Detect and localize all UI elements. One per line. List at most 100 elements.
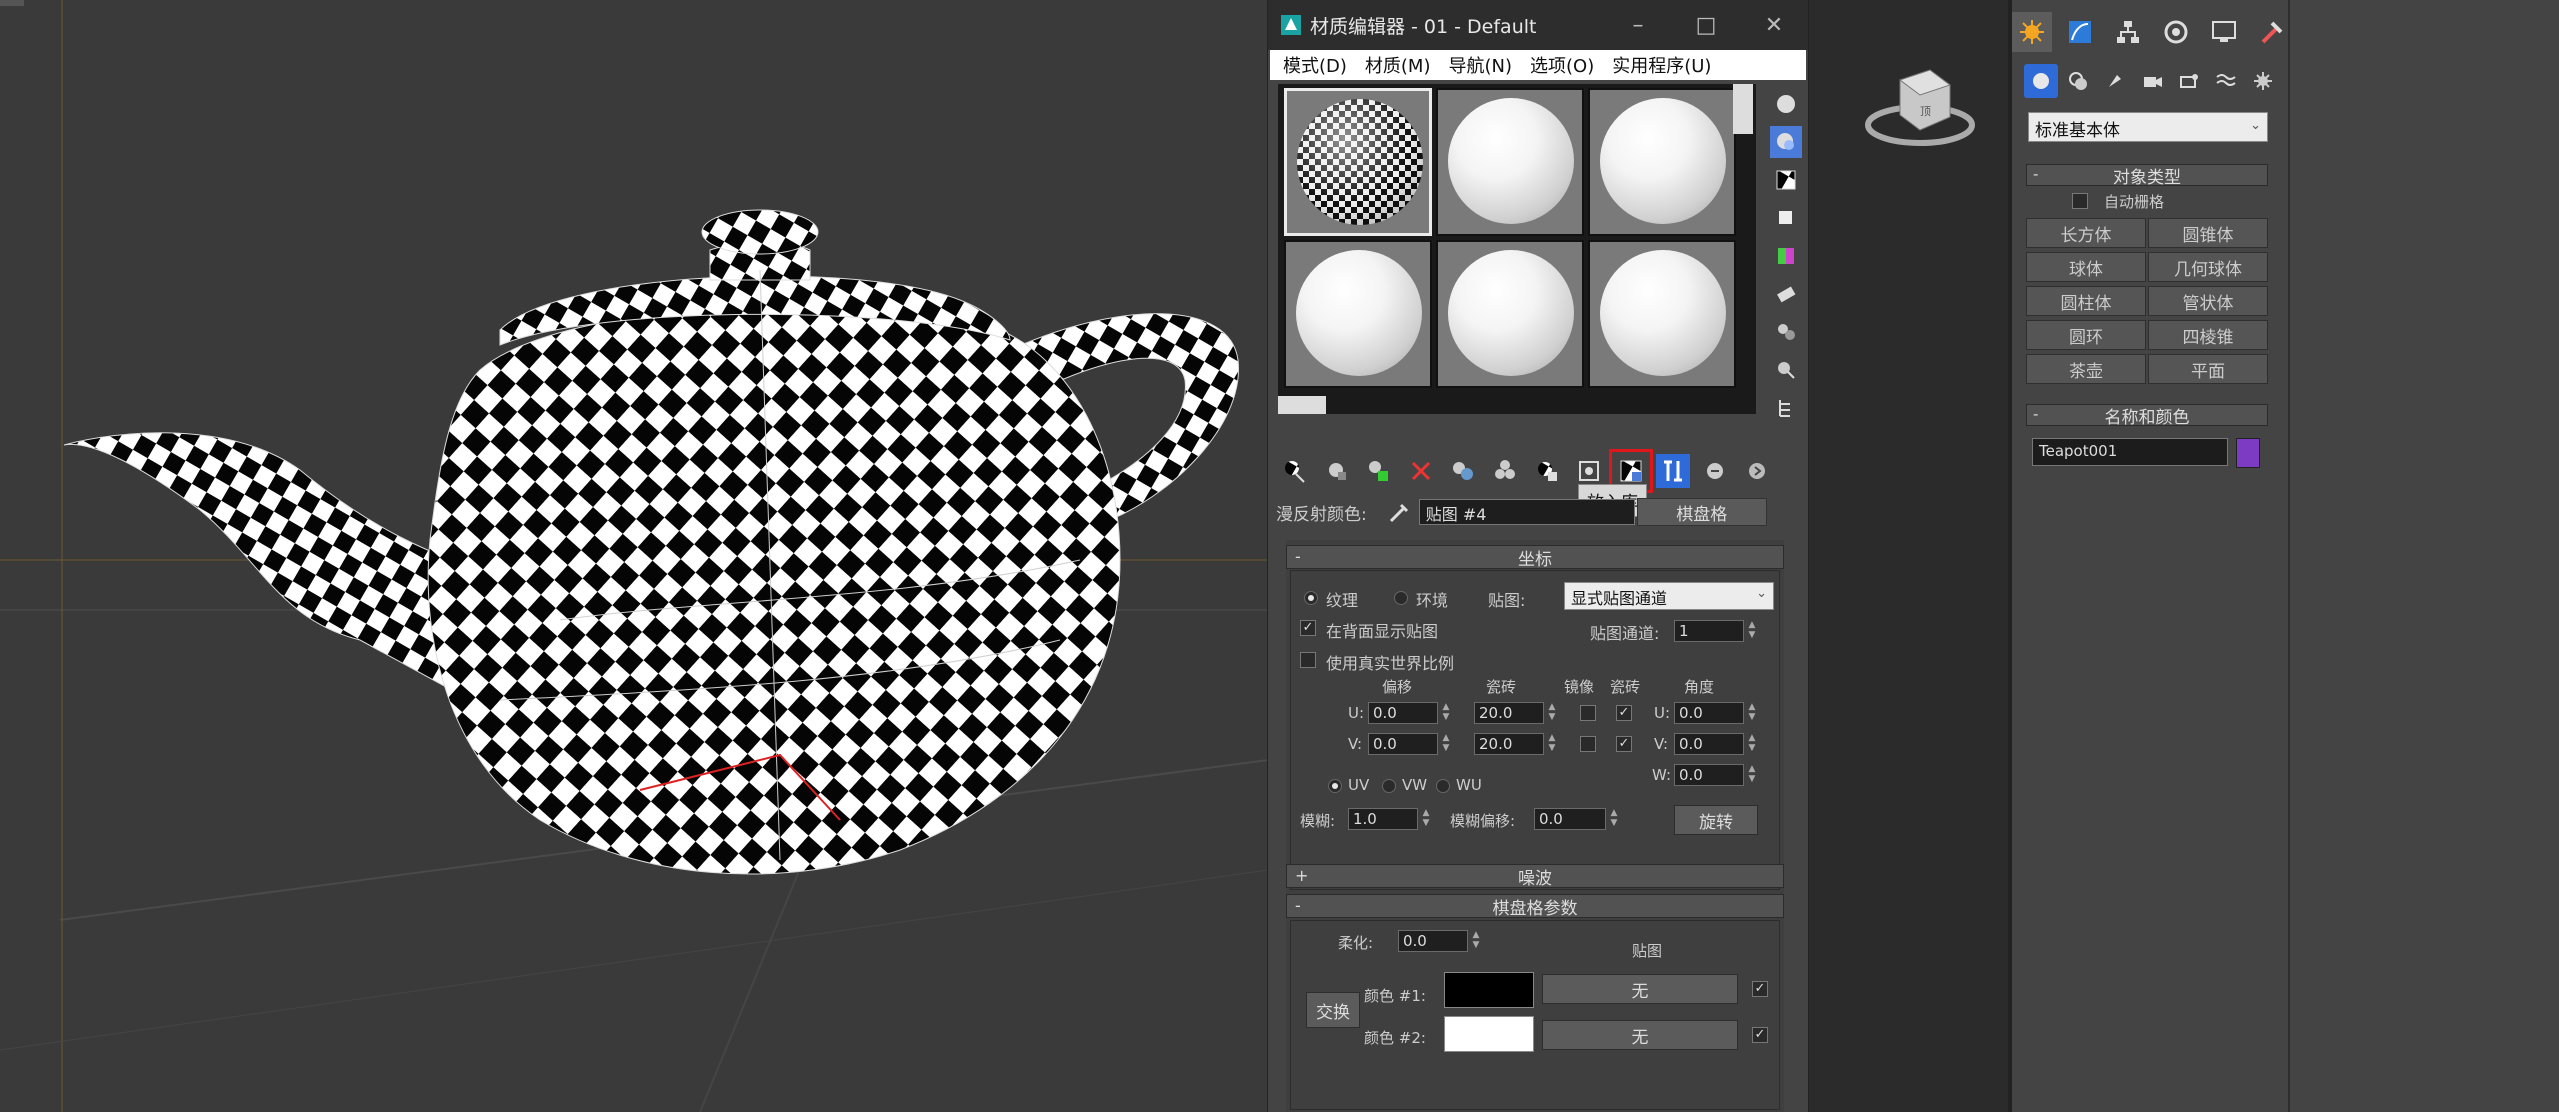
color1-swatch[interactable] (1444, 972, 1534, 1008)
soften-spinner[interactable]: ▲ ▼ (1470, 930, 1482, 952)
u-tiling-spinner[interactable]: ▲ ▼ (1546, 702, 1558, 724)
sample-slot-5[interactable] (1436, 240, 1584, 388)
object-type-rollout-header[interactable]: - 对象类型 (2026, 164, 2268, 188)
backlight-icon[interactable] (1770, 126, 1802, 158)
color1-map-checkbox[interactable]: ✓ (1752, 981, 1768, 997)
object-name-input[interactable]: Teapot001 (2032, 438, 2228, 466)
motion-tab-icon[interactable] (2156, 12, 2196, 52)
blur-offset-spinner[interactable]: ▲ ▼ (1608, 808, 1620, 830)
sample-horizontal-scrollbar[interactable] (1278, 396, 1326, 414)
menu-navigation[interactable]: 导航(N) (1439, 52, 1521, 78)
object-color-swatch[interactable] (2236, 438, 2260, 468)
menu-material[interactable]: 材质(M) (1356, 52, 1440, 78)
sample-slot-1[interactable] (1284, 88, 1432, 236)
noise-rollout-header[interactable]: + 噪波 (1286, 864, 1784, 889)
cameras-category-icon[interactable] (2135, 64, 2169, 98)
material-map-navigator-icon[interactable] (1770, 392, 1802, 424)
show-map-on-back-checkbox[interactable]: ✓ (1300, 620, 1316, 636)
v-tiling-input[interactable]: 20.0 (1474, 733, 1544, 755)
u-tiling-input[interactable]: 20.0 (1474, 702, 1544, 724)
u-tile-checkbox[interactable]: ✓ (1616, 705, 1632, 721)
map-channel-spinner[interactable]: ▲ ▼ (1746, 620, 1758, 642)
cylinder-button[interactable]: 圆柱体 (2026, 286, 2146, 316)
lights-category-icon[interactable] (2098, 64, 2132, 98)
checker-rollout-header[interactable]: - 棋盘格参数 (1286, 894, 1784, 919)
blur-input[interactable]: 1.0 (1348, 808, 1418, 830)
plane-button[interactable]: 平面 (2148, 354, 2268, 384)
uv-radio[interactable] (1328, 779, 1342, 793)
box-button[interactable]: 长方体 (2026, 218, 2146, 248)
sample-slot-4[interactable] (1284, 240, 1432, 388)
sample-vertical-scrollbar[interactable] (1733, 84, 1753, 134)
v-tile-checkbox[interactable]: ✓ (1616, 736, 1632, 752)
spacewarps-category-icon[interactable] (2209, 64, 2243, 98)
show-map-in-viewport-icon[interactable] (1609, 449, 1653, 493)
show-end-result-icon[interactable] (1656, 454, 1690, 488)
sample-type-icon[interactable] (1770, 88, 1802, 120)
reset-map-icon[interactable] (1404, 454, 1438, 488)
name-color-rollout-header[interactable]: - 名称和颜色 (2026, 404, 2268, 428)
map-type-button[interactable]: 棋盘格 (1636, 498, 1767, 526)
get-material-icon[interactable] (1278, 454, 1312, 488)
video-color-check-icon[interactable] (1770, 240, 1802, 272)
real-world-scale-checkbox[interactable] (1300, 652, 1316, 668)
make-unique-icon[interactable] (1488, 454, 1522, 488)
w-angle-input[interactable]: 0.0 (1674, 764, 1744, 786)
put-to-library-icon[interactable] (1530, 454, 1564, 488)
u-offset-spinner[interactable]: ▲ ▼ (1440, 702, 1452, 724)
color2-map-button[interactable]: 无 (1542, 1020, 1738, 1050)
cone-button[interactable]: 圆锥体 (2148, 218, 2268, 248)
mapping-dropdown[interactable]: 显式贴图通道 ⌄ (1564, 582, 1774, 610)
sample-slot-6[interactable] (1588, 240, 1736, 388)
helpers-category-icon[interactable] (2172, 64, 2206, 98)
texture-radio[interactable] (1304, 591, 1318, 605)
go-to-parent-icon[interactable] (1698, 454, 1732, 488)
v-offset-input[interactable]: 0.0 (1368, 733, 1438, 755)
modify-tab-icon[interactable] (2060, 12, 2100, 52)
select-by-material-icon[interactable] (1770, 354, 1802, 386)
copy-material-icon[interactable] (1446, 454, 1480, 488)
u-mirror-checkbox[interactable] (1580, 705, 1596, 721)
v-angle-input[interactable]: 0.0 (1674, 733, 1744, 755)
put-to-scene-icon[interactable] (1320, 454, 1354, 488)
blur-spinner[interactable]: ▲ ▼ (1420, 808, 1432, 830)
blur-offset-input[interactable]: 0.0 (1534, 808, 1606, 830)
close-button[interactable]: ✕ (1740, 0, 1808, 50)
object-category-dropdown[interactable]: 标准基本体 ⌄ (2028, 112, 2268, 142)
material-editor-titlebar[interactable]: 材质编辑器 - 01 - Default – □ ✕ (1268, 0, 1808, 50)
shapes-category-icon[interactable] (2061, 64, 2095, 98)
display-tab-icon[interactable] (2204, 12, 2244, 52)
rotate-button[interactable]: 旋转 (1674, 805, 1758, 835)
torus-button[interactable]: 圆环 (2026, 320, 2146, 350)
tube-button[interactable]: 管状体 (2148, 286, 2268, 316)
go-forward-to-sibling-icon[interactable] (1740, 454, 1774, 488)
sample-uv-tiling-icon[interactable] (1770, 202, 1802, 234)
w-angle-spinner[interactable]: ▲ ▼ (1746, 764, 1758, 786)
soften-input[interactable]: 0.0 (1398, 930, 1468, 952)
perspective-viewport[interactable] (0, 0, 1268, 1112)
minimize-button[interactable]: – (1604, 0, 1672, 50)
eyedropper-icon[interactable] (1385, 499, 1411, 525)
map-channel-input[interactable]: 1 (1674, 620, 1744, 642)
v-offset-spinner[interactable]: ▲ ▼ (1440, 733, 1452, 755)
map-name-field[interactable]: 贴图 #4 (1418, 499, 1635, 525)
utilities-tab-icon[interactable] (2252, 12, 2292, 52)
menu-options[interactable]: 选项(O) (1521, 52, 1603, 78)
vw-radio[interactable] (1382, 779, 1396, 793)
color1-map-button[interactable]: 无 (1542, 974, 1738, 1004)
sphere-button[interactable]: 球体 (2026, 252, 2146, 282)
systems-category-icon[interactable] (2246, 64, 2280, 98)
geosphere-button[interactable]: 几何球体 (2148, 252, 2268, 282)
autogrid-checkbox[interactable] (2072, 193, 2088, 209)
hierarchy-tab-icon[interactable] (2108, 12, 2148, 52)
sample-slot-3[interactable] (1588, 88, 1736, 236)
color2-swatch[interactable] (1444, 1016, 1534, 1052)
coordinates-rollout-header[interactable]: - 坐标 (1286, 545, 1784, 570)
menu-mode[interactable]: 模式(D) (1274, 52, 1356, 78)
maximize-button[interactable]: □ (1672, 0, 1740, 50)
v-angle-spinner[interactable]: ▲ ▼ (1746, 733, 1758, 755)
swap-button[interactable]: 交换 (1306, 992, 1360, 1028)
environment-radio[interactable] (1394, 591, 1408, 605)
options-icon[interactable] (1770, 316, 1802, 348)
background-icon[interactable] (1770, 164, 1802, 196)
